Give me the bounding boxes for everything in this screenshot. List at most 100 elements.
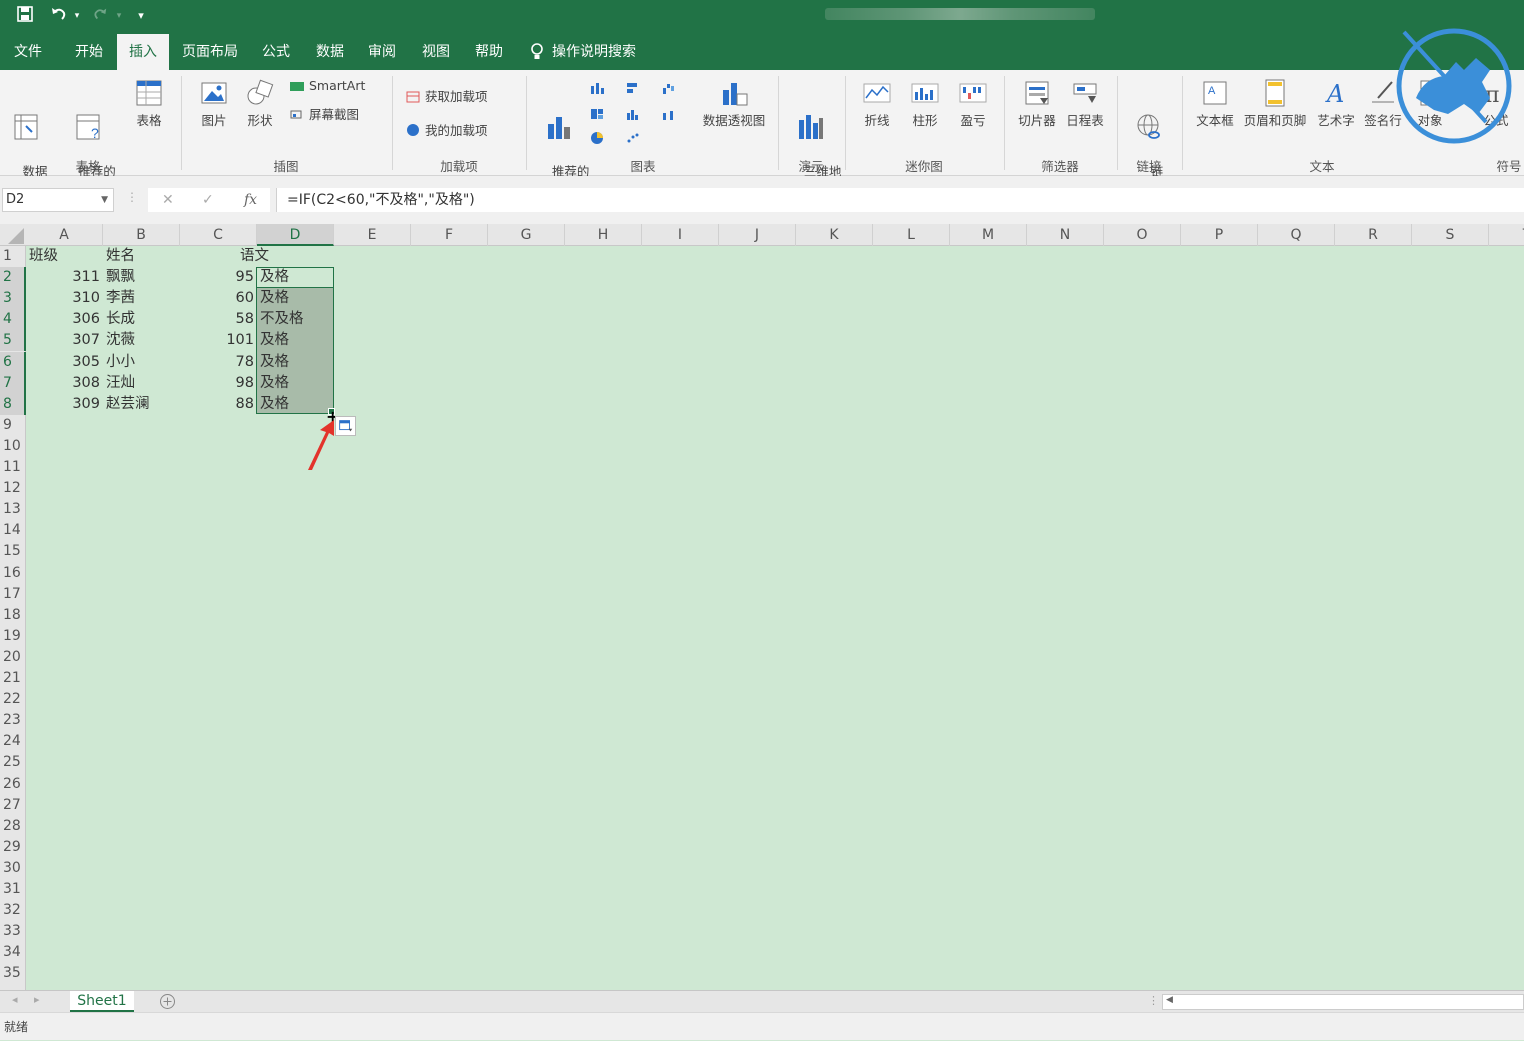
cell-d7[interactable]: 及格 xyxy=(260,373,334,394)
row-header-34[interactable]: 34 xyxy=(0,942,26,963)
hierarchy-chart-icon[interactable] xyxy=(590,108,604,120)
header-footer-button[interactable]: 页眉和页脚 xyxy=(1240,78,1310,129)
customize-qat-icon[interactable]: ▾ xyxy=(134,6,148,26)
row-header-28[interactable]: 28 xyxy=(0,816,26,837)
row-header-13[interactable]: 13 xyxy=(0,499,26,520)
smartart-button[interactable]: SmartArt xyxy=(290,78,365,93)
redo-icon[interactable] xyxy=(90,6,110,26)
pictures-button[interactable]: 图片 xyxy=(196,78,232,129)
cell-d8[interactable]: 及格 xyxy=(260,394,334,415)
cell-c7[interactable]: 98 xyxy=(180,373,254,394)
row-header-9[interactable]: 9 xyxy=(0,415,26,436)
column-header-g[interactable]: G xyxy=(488,224,565,246)
row-header-24[interactable]: 24 xyxy=(0,731,26,752)
row-header-22[interactable]: 22 xyxy=(0,689,26,710)
cell-d6[interactable]: 及格 xyxy=(260,352,334,373)
sparkline-column-button[interactable]: 柱形 xyxy=(906,78,944,129)
row-header-21[interactable]: 21 xyxy=(0,668,26,689)
tab-home[interactable]: 开始 xyxy=(62,34,116,70)
column-header-p[interactable]: P xyxy=(1181,224,1258,246)
get-addins-button[interactable]: 获取加载项 xyxy=(406,86,488,105)
row-header-18[interactable]: 18 xyxy=(0,605,26,626)
column-header-r[interactable]: R xyxy=(1335,224,1412,246)
row-header-17[interactable]: 17 xyxy=(0,584,26,605)
column-header-t[interactable]: T xyxy=(1489,224,1524,246)
row-header-35[interactable]: 35 xyxy=(0,963,26,984)
save-icon[interactable] xyxy=(14,6,36,26)
formula-input[interactable]: =IF(C2<60,"不及格","及格") xyxy=(276,188,1524,212)
worksheet-grid[interactable]: 班级 姓名 语文 + 311 飘飘 95 及格 310 李茜 60 及格 306 长成 58 不及格 3… xyxy=(26,246,1524,990)
cell-d1-spill[interactable]: 语文 xyxy=(240,246,310,267)
row-header-6[interactable]: 6 xyxy=(0,352,26,373)
row-header-11[interactable]: 11 xyxy=(0,457,26,478)
column-header-o[interactable]: O xyxy=(1104,224,1181,246)
column-header-m[interactable]: M xyxy=(950,224,1027,246)
column-chart-icon[interactable] xyxy=(590,82,604,94)
cell-b2[interactable]: 飘飘 xyxy=(106,267,176,288)
row-header-7[interactable]: 7 xyxy=(0,373,26,394)
redo-dropdown-icon[interactable]: ▾ xyxy=(114,6,124,26)
bar-chart-icon[interactable] xyxy=(626,82,640,94)
row-header-8[interactable]: 8 xyxy=(0,394,26,415)
scatter-chart-icon[interactable] xyxy=(626,132,640,144)
waterfall-chart-icon[interactable] xyxy=(662,82,676,94)
row-header-29[interactable]: 29 xyxy=(0,837,26,858)
undo-dropdown-icon[interactable]: ▾ xyxy=(72,6,82,26)
row-header-25[interactable]: 25 xyxy=(0,752,26,773)
cell-a1[interactable]: 班级 xyxy=(29,246,99,267)
cell-d3[interactable]: 及格 xyxy=(260,288,334,309)
row-header-20[interactable]: 20 xyxy=(0,647,26,668)
tab-page-layout[interactable]: 页面布局 xyxy=(174,34,246,70)
row-header-10[interactable]: 10 xyxy=(0,436,26,457)
formula-bar-grip-icon[interactable]: ⋮ xyxy=(126,190,138,204)
combo-chart-icon[interactable] xyxy=(662,108,676,120)
cell-d5[interactable]: 及格 xyxy=(260,330,334,351)
row-header-26[interactable]: 26 xyxy=(0,774,26,795)
textbox-button[interactable]: A 文本框 xyxy=(1192,78,1238,129)
row-header-19[interactable]: 19 xyxy=(0,626,26,647)
row-header-15[interactable]: 15 xyxy=(0,541,26,562)
row-header-2[interactable]: 2 xyxy=(0,267,26,288)
column-header-n[interactable]: N xyxy=(1027,224,1104,246)
pivotchart-button[interactable]: 数据透视图 xyxy=(698,78,770,129)
column-header-s[interactable]: S xyxy=(1412,224,1489,246)
cell-b6[interactable]: 小小 xyxy=(106,352,176,373)
cell-a3[interactable]: 310 xyxy=(26,288,100,309)
cell-c5[interactable]: 101 xyxy=(180,330,254,351)
horizontal-scrollbar[interactable]: ◀ xyxy=(1162,994,1524,1010)
cell-d4[interactable]: 不及格 xyxy=(260,309,334,330)
sparkline-winloss-button[interactable]: 盈亏 xyxy=(954,78,992,129)
column-header-q[interactable]: Q xyxy=(1258,224,1335,246)
tab-split-grip-icon[interactable]: ⋮ xyxy=(1148,994,1159,1007)
column-header-d[interactable]: D xyxy=(257,224,334,246)
cell-b3[interactable]: 李茜 xyxy=(106,288,176,309)
tab-help[interactable]: 帮助 xyxy=(464,34,514,70)
scroll-left-icon[interactable]: ◀ xyxy=(1166,995,1173,1005)
slicer-button[interactable]: 切片器 xyxy=(1014,78,1060,129)
column-header-c[interactable]: C xyxy=(180,224,257,246)
column-header-h[interactable]: H xyxy=(565,224,642,246)
column-header-a[interactable]: A xyxy=(26,224,103,246)
column-header-f[interactable]: F xyxy=(411,224,488,246)
cell-a6[interactable]: 305 xyxy=(26,352,100,373)
column-header-k[interactable]: K xyxy=(796,224,873,246)
cell-b7[interactable]: 汪灿 xyxy=(106,373,176,394)
wordart-button[interactable]: A 艺术字 xyxy=(1314,78,1358,129)
column-header-l[interactable]: L xyxy=(873,224,950,246)
column-header-e[interactable]: E xyxy=(334,224,411,246)
row-header-23[interactable]: 23 xyxy=(0,710,26,731)
shapes-button[interactable]: 形状 xyxy=(242,78,278,129)
row-header-33[interactable]: 33 xyxy=(0,921,26,942)
pie-chart-icon[interactable] xyxy=(590,132,604,144)
chevron-down-icon[interactable]: ▼ xyxy=(101,189,108,211)
sparkline-line-button[interactable]: 折线 xyxy=(858,78,896,129)
cancel-icon[interactable]: ✕ xyxy=(162,188,174,212)
select-all-corner[interactable] xyxy=(0,224,26,246)
tell-me-search[interactable]: 操作说明搜索 xyxy=(530,34,660,70)
cell-a8[interactable]: 309 xyxy=(26,394,100,415)
cell-d2[interactable]: 及格 xyxy=(260,267,334,288)
row-header-14[interactable]: 14 xyxy=(0,520,26,541)
undo-icon[interactable] xyxy=(48,6,70,26)
tab-file[interactable]: 文件 xyxy=(2,34,54,70)
next-sheet-icon[interactable]: ▸ xyxy=(34,993,40,1006)
